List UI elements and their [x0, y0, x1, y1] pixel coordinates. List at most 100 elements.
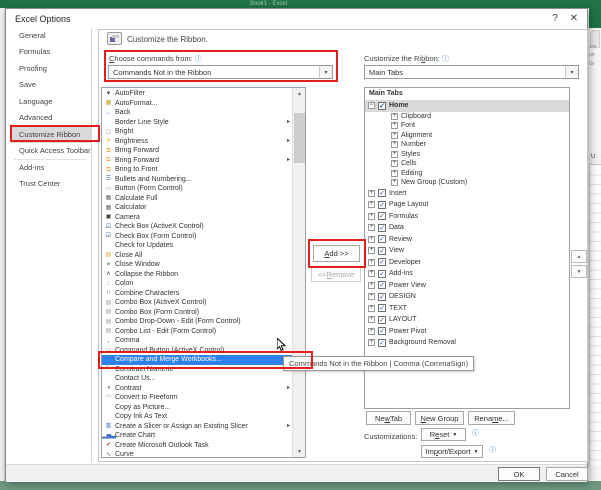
checkbox[interactable]: ✓: [378, 293, 386, 301]
sidebar-item[interactable]: Quick Access Toolbar: [11, 143, 91, 160]
tree-item[interactable]: + ✓ Formulas: [365, 211, 569, 223]
choose-commands-dropdown[interactable]: Commands Not in the Ribbon ▾: [108, 65, 333, 79]
command-item[interactable]: ☰ Bullets and Numbering... ▸: [102, 175, 292, 185]
expander-icon[interactable]: +: [391, 151, 398, 158]
command-item[interactable]: ✎ Constrain Numeric ▸: [102, 365, 292, 375]
command-item[interactable]: Check for Updates ▸: [102, 241, 292, 251]
expander-icon[interactable]: +: [391, 113, 398, 120]
expander-icon[interactable]: +: [368, 305, 375, 312]
tree-item[interactable]: − ✓ Home: [365, 100, 569, 112]
command-item[interactable]: ▂▅▃ Create Chart ▸: [102, 431, 292, 441]
tree-item[interactable]: + Styles: [365, 150, 569, 160]
tree-item[interactable]: + ✓ Insert: [365, 188, 569, 200]
command-item[interactable]: ▦ AutoFormat... ▸: [102, 99, 292, 109]
tree-item[interactable]: + ✓ Add-ins: [365, 268, 569, 280]
expander-icon[interactable]: +: [368, 282, 375, 289]
customize-ribbon-dropdown[interactable]: Main Tabs ▾: [364, 65, 579, 79]
command-item[interactable]: ☀ Brightness ▸: [102, 137, 292, 147]
command-item[interactable]: ▥ Create a Slicer or Assign an Existing …: [102, 422, 292, 432]
expander-icon[interactable]: +: [368, 339, 375, 346]
sidebar-item[interactable]: Trust Center: [11, 176, 91, 193]
command-item[interactable]: ∿ Curve ▸: [102, 450, 292, 458]
command-item[interactable]: Border Line Style ▸: [102, 118, 292, 128]
command-item[interactable]: ▭ Command Button (ActiveX Control) ▸: [102, 346, 292, 356]
command-item[interactable]: ▦ Calculate Full ▸: [102, 194, 292, 204]
scrollbar-thumb[interactable]: [294, 113, 305, 163]
tree-item[interactable]: + ✓ View: [365, 245, 569, 257]
scroll-down-icon[interactable]: ▾: [293, 446, 306, 457]
expander-icon[interactable]: +: [368, 316, 375, 323]
command-item[interactable]: Copy Ink As Text ▸: [102, 412, 292, 422]
command-item[interactable]: Compare and Merge Workbooks... ▸: [102, 355, 292, 365]
move-down-icon[interactable]: ▼: [571, 265, 587, 278]
tree-item[interactable]: + ✓ Review: [365, 234, 569, 246]
expander-icon[interactable]: +: [368, 328, 375, 335]
expander-icon[interactable]: +: [368, 201, 375, 208]
cancel-button[interactable]: Cancel: [546, 467, 588, 481]
info-icon[interactable]: ⓘ: [195, 56, 202, 63]
tree-item[interactable]: + Editing: [365, 169, 569, 179]
command-item[interactable]: ← Back ▸: [102, 108, 292, 118]
new-tab-button[interactable]: New Tab: [366, 411, 411, 425]
checkbox[interactable]: ✓: [378, 212, 386, 220]
command-item[interactable]: , Comma ▸: [102, 336, 292, 346]
command-item[interactable]: ∧ Collapse the Ribbon ▸: [102, 270, 292, 280]
rename-button[interactable]: Rename...: [468, 411, 515, 425]
expander-icon[interactable]: +: [368, 190, 375, 197]
sidebar-item[interactable]: Proofing: [11, 60, 91, 77]
tree-item[interactable]: + Cells: [365, 159, 569, 169]
checkbox[interactable]: ✓: [378, 258, 386, 266]
expander-icon[interactable]: +: [391, 179, 398, 186]
sidebar-item[interactable]: General: [11, 27, 91, 44]
expander-icon[interactable]: +: [391, 132, 398, 139]
tree-item[interactable]: + ✓ Page Layout: [365, 199, 569, 211]
chevron-down-icon[interactable]: ▾: [565, 66, 578, 78]
tree-item[interactable]: + ✓ Developer: [365, 257, 569, 269]
remove-button[interactable]: << Remove: [311, 267, 361, 282]
expander-icon[interactable]: +: [368, 213, 375, 220]
command-item[interactable]: ∷ Combine Characters ▸: [102, 289, 292, 299]
command-item[interactable]: ▤ Combo Box (ActiveX Control) ▸: [102, 298, 292, 308]
tree-item[interactable]: + ✓ Data: [365, 222, 569, 234]
command-item[interactable]: ▭ Button (Form Control) ▸: [102, 184, 292, 194]
scroll-up-icon[interactable]: ▴: [293, 88, 306, 99]
checkbox[interactable]: ✓: [378, 270, 386, 278]
command-item[interactable]: ▤ Combo Drop-Down - Edit (Form Control) …: [102, 317, 292, 327]
command-item[interactable]: Copy as Picture... ▸: [102, 403, 292, 413]
command-item[interactable]: ▣ Camera ▸: [102, 213, 292, 223]
command-item[interactable]: ☑ Check Box (Form Control) ▸: [102, 232, 292, 242]
expander-icon[interactable]: +: [368, 259, 375, 266]
info-icon[interactable]: ⓘ: [489, 445, 496, 455]
info-icon[interactable]: ⓘ: [472, 428, 479, 438]
expander-icon[interactable]: +: [368, 224, 375, 231]
expander-icon[interactable]: +: [391, 160, 398, 167]
move-up-icon[interactable]: ▲: [571, 250, 587, 263]
checkbox[interactable]: ✓: [378, 281, 386, 289]
command-item[interactable]: ◑ Contrast ▸: [102, 384, 292, 394]
tree-item[interactable]: + ✓ Power Pivot: [365, 326, 569, 338]
command-item[interactable]: ▤ Close All ▸: [102, 251, 292, 261]
command-item[interactable]: ▼ AutoFilter ▸: [102, 89, 292, 99]
tree-item[interactable]: + Alignment: [365, 131, 569, 141]
import-export-button[interactable]: Import/Export▼: [421, 445, 483, 458]
sidebar-item[interactable]: Customize Ribbon: [11, 126, 91, 143]
checkbox[interactable]: ✓: [378, 224, 386, 232]
tree-item[interactable]: + Number: [365, 140, 569, 150]
checkbox[interactable]: ✓: [378, 327, 386, 335]
command-item[interactable]: ⧉ Bring Forward ▸: [102, 156, 292, 166]
expander-icon[interactable]: +: [368, 293, 375, 300]
command-item[interactable]: ▤ Combo Box (Form Control) ▸: [102, 308, 292, 318]
command-item[interactable]: ▦ Calculator ▸: [102, 203, 292, 213]
command-item[interactable]: ▤ Combo List - Edit (Form Control) ▸: [102, 327, 292, 337]
checkbox[interactable]: ✓: [378, 102, 386, 110]
command-item[interactable]: ⧉ Bring Forward ▸: [102, 146, 292, 156]
checkbox[interactable]: ✓: [378, 339, 386, 347]
tree-item[interactable]: + Font: [365, 121, 569, 131]
command-item[interactable]: × Close Window ▸: [102, 260, 292, 270]
expander-icon[interactable]: +: [391, 122, 398, 129]
checkbox[interactable]: ✓: [378, 189, 386, 197]
tree-item[interactable]: + ✓ Power View: [365, 280, 569, 292]
tree-item[interactable]: + New Group (Custom): [365, 178, 569, 188]
tree-item[interactable]: + ✓ LAYOUT: [365, 314, 569, 326]
expander-icon[interactable]: −: [368, 102, 375, 109]
